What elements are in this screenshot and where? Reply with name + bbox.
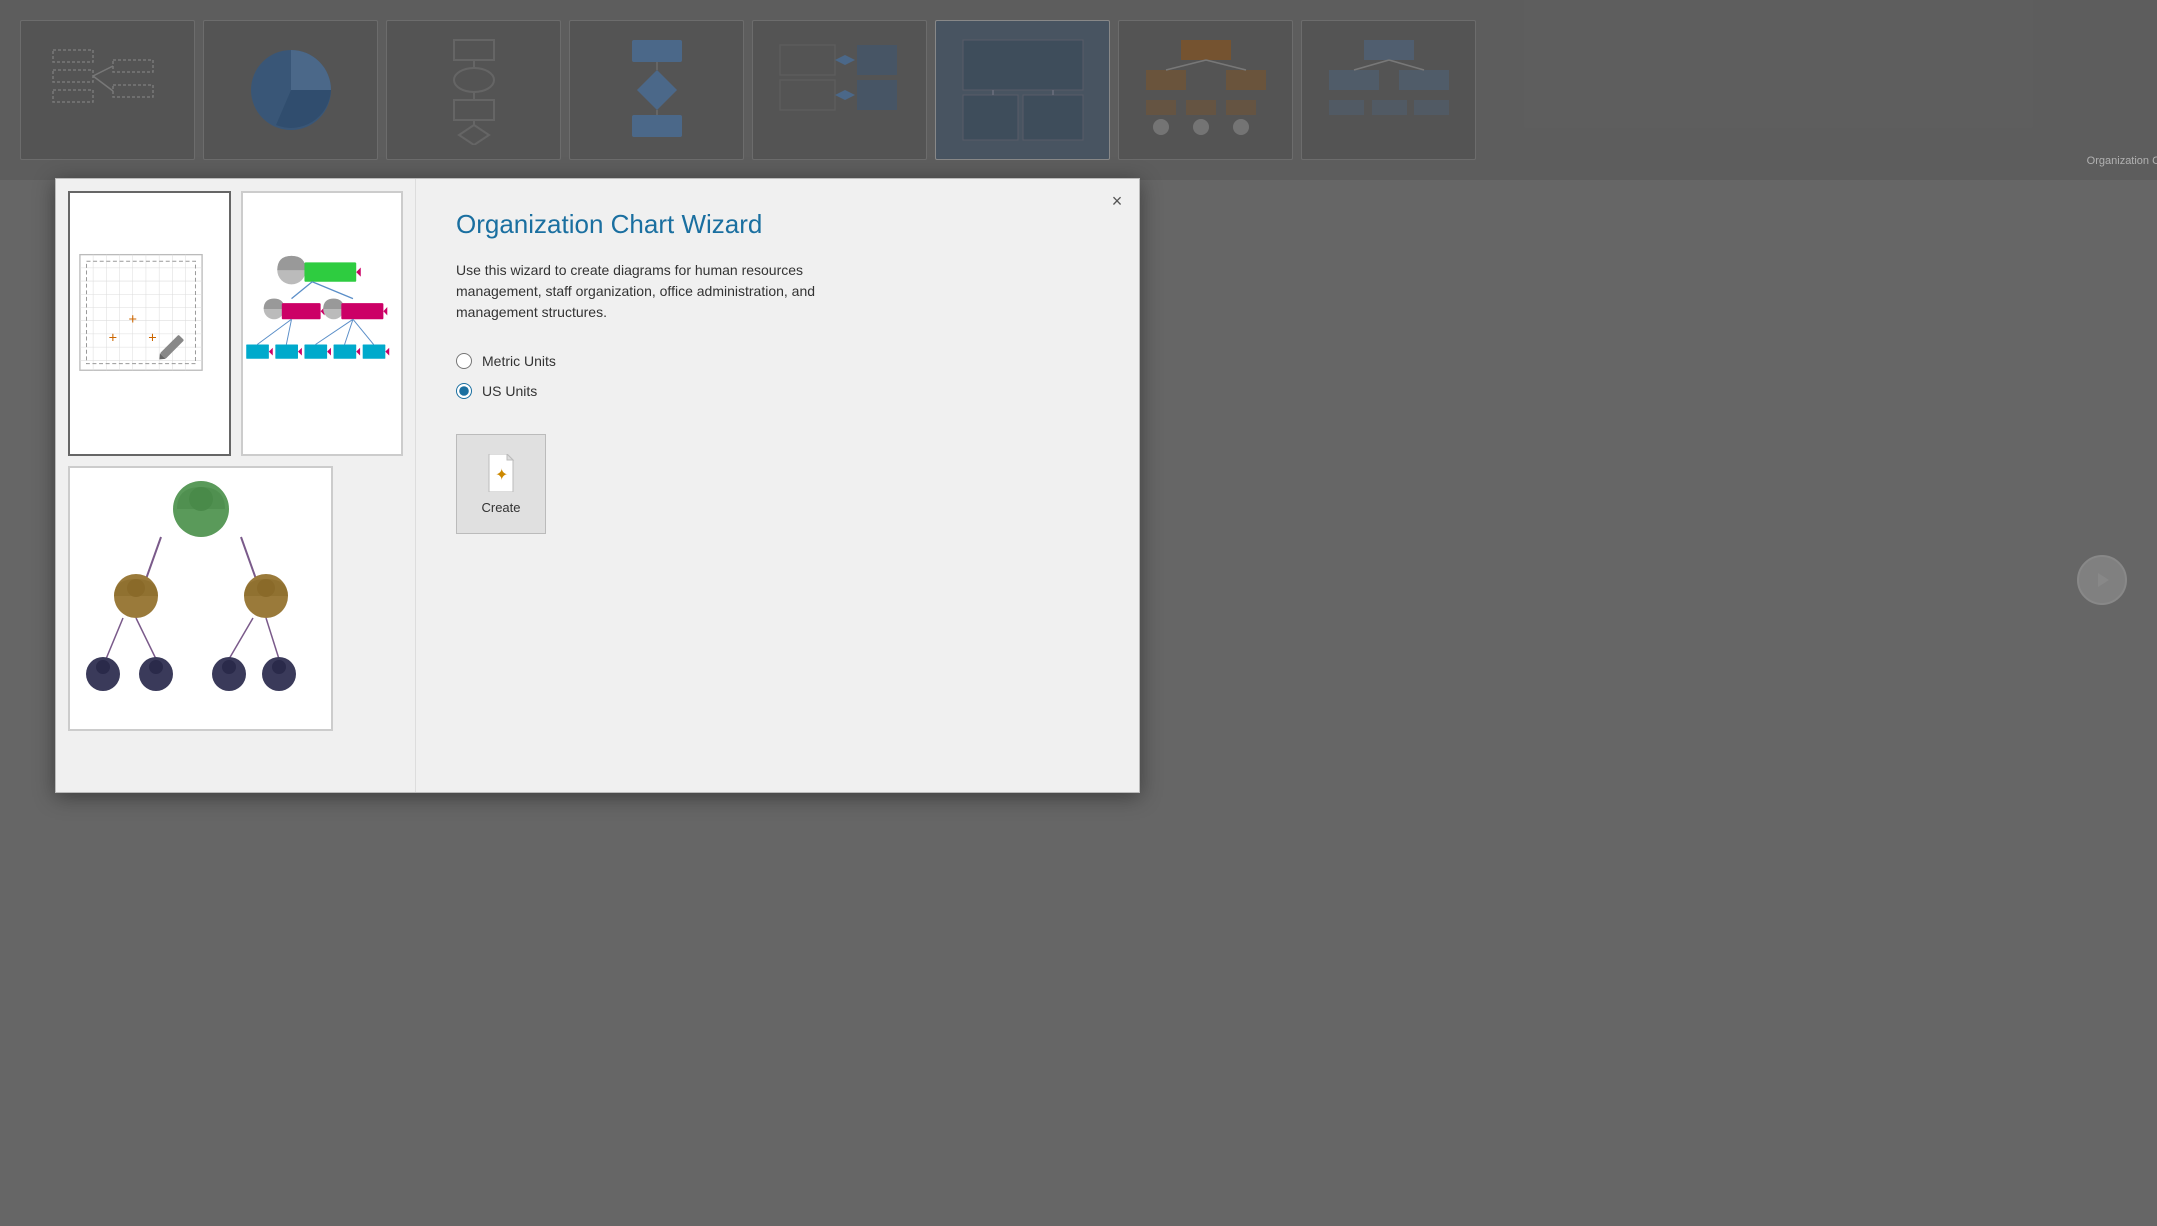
thumb-row-top: + + + — [68, 191, 403, 456]
svg-text:✦: ✦ — [495, 467, 508, 484]
thumb-grid[interactable]: + + + — [68, 191, 231, 456]
svg-text:+: + — [109, 330, 117, 346]
right-panel: Organization Chart Wizard Use this wizar… — [416, 179, 1139, 792]
left-panel: + + + — [56, 179, 416, 792]
metric-units-label[interactable]: Metric Units — [456, 353, 1099, 369]
svg-text:+: + — [128, 312, 136, 328]
us-units-text: US Units — [482, 383, 537, 399]
svg-text:+: + — [148, 330, 156, 346]
wizard-description: Use this wizard to create diagrams for h… — [456, 260, 876, 323]
thumb-colorful-org[interactable] — [241, 191, 404, 456]
org-chart-wizard-dialog: × — [55, 178, 1140, 793]
us-units-radio[interactable] — [456, 383, 472, 399]
dialog-body: + + + — [56, 179, 1139, 792]
units-radio-group: Metric Units US Units — [456, 353, 1099, 399]
us-units-label[interactable]: US Units — [456, 383, 1099, 399]
thumb-row-bottom — [68, 466, 403, 731]
close-button[interactable]: × — [1103, 187, 1131, 215]
dialog-header: × — [1095, 179, 1139, 223]
metric-units-radio[interactable] — [456, 353, 472, 369]
thumb-people-org[interactable] — [68, 466, 333, 731]
create-button[interactable]: ✦ Create — [456, 434, 546, 534]
create-button-label: Create — [481, 500, 520, 515]
create-document-icon: ✦ — [485, 454, 517, 492]
metric-units-text: Metric Units — [482, 353, 556, 369]
wizard-title: Organization Chart Wizard — [456, 209, 1099, 240]
